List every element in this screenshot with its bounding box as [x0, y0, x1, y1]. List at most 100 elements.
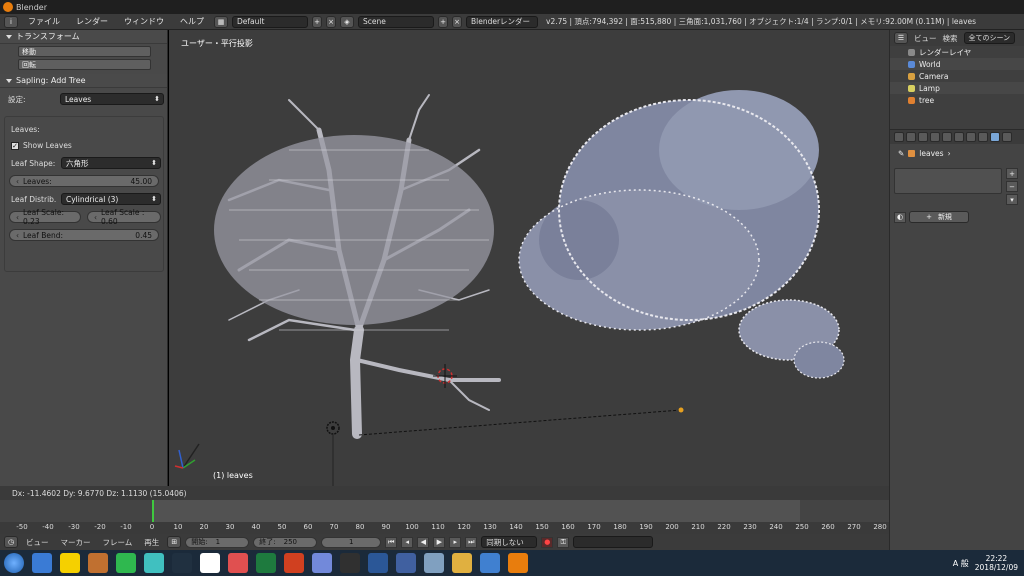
- outliner-item[interactable]: レンダーレイヤ: [890, 46, 1024, 58]
- steam-icon[interactable]: [172, 553, 192, 573]
- timeline-menu-view[interactable]: ビュー: [22, 537, 53, 548]
- chrome-icon[interactable]: [32, 553, 52, 573]
- outliner-view-menu[interactable]: ビュー: [914, 33, 937, 44]
- outliner-item[interactable]: World: [890, 58, 1024, 70]
- app-icon[interactable]: [88, 553, 108, 573]
- powerpoint-icon[interactable]: [284, 553, 304, 573]
- paint-icon[interactable]: [228, 553, 248, 573]
- leaves-count-field[interactable]: ‹ Leaves: 45.00: [9, 175, 159, 187]
- remove-slot-icon[interactable]: −: [1006, 181, 1018, 192]
- material-browse-icon[interactable]: ◐: [894, 211, 906, 223]
- transform-panel-header[interactable]: トランスフォーム: [0, 30, 167, 44]
- material-slot-list[interactable]: [894, 168, 1002, 194]
- nox-icon[interactable]: [340, 553, 360, 573]
- blender-icon[interactable]: [508, 553, 528, 573]
- texture-tab-icon[interactable]: [1002, 132, 1012, 142]
- play-icon[interactable]: ▶: [433, 536, 446, 548]
- krita-icon[interactable]: [480, 553, 500, 573]
- editor-type-icon[interactable]: i: [4, 15, 18, 28]
- data-tab-icon[interactable]: [978, 132, 988, 142]
- next-key-icon[interactable]: ▸: [449, 536, 462, 548]
- settings-select[interactable]: Leaves ⬍: [60, 93, 164, 105]
- leaf-shape-select[interactable]: 六角形 ⬍: [61, 157, 161, 169]
- prev-key-icon[interactable]: ◂: [401, 536, 414, 548]
- move-button[interactable]: 移動: [18, 46, 151, 57]
- slot-menu-icon[interactable]: ▾: [1006, 194, 1018, 205]
- leaf-scale-x-field[interactable]: ‹ Leaf Scale : 0.60: [87, 208, 161, 226]
- clock[interactable]: 22:22 2018/12/09: [975, 554, 1018, 572]
- object-icon: [908, 149, 916, 157]
- lens-icon[interactable]: [396, 553, 416, 573]
- material-tab-icon[interactable]: [990, 132, 1000, 142]
- jump-start-icon[interactable]: ⏮: [385, 536, 398, 548]
- timeline-tick-label: 200: [665, 523, 679, 531]
- timeline-tick-label: 60: [303, 523, 313, 531]
- scene-remove-icon[interactable]: ×: [452, 15, 462, 28]
- menu-file[interactable]: ファイル: [22, 16, 66, 27]
- timeline-menu-playback[interactable]: 再生: [140, 537, 163, 548]
- sync-select[interactable]: 同期しない: [481, 536, 538, 548]
- layout-remove-icon[interactable]: ×: [326, 15, 336, 28]
- discord-icon[interactable]: [312, 553, 332, 573]
- world-tab-icon[interactable]: [930, 132, 940, 142]
- menu-render[interactable]: レンダー: [70, 16, 114, 27]
- current-frame-field[interactable]: 1: [321, 536, 382, 548]
- end-frame-field[interactable]: 終了: 250: [253, 536, 318, 548]
- menu-help[interactable]: ヘルプ: [174, 16, 210, 27]
- leaf-distrib-select[interactable]: Cylindrical (3) ⬍: [61, 193, 161, 205]
- start-button-icon[interactable]: [4, 553, 24, 573]
- keying-icon[interactable]: ⚿: [557, 536, 570, 548]
- leaf-scale-field[interactable]: ‹ Leaf Scale: 0.23: [9, 208, 81, 226]
- play-reverse-icon[interactable]: ◀: [417, 536, 430, 548]
- ime-indicator[interactable]: A 般: [953, 558, 969, 569]
- layout-add-icon[interactable]: +: [312, 15, 322, 28]
- app2-icon[interactable]: [200, 553, 220, 573]
- record-icon[interactable]: ●: [541, 536, 554, 548]
- pin-icon[interactable]: ✎: [898, 149, 904, 158]
- miku-icon[interactable]: [144, 553, 164, 573]
- leaf-bend-field[interactable]: ‹ Leaf Bend: 0.45: [9, 229, 159, 241]
- sapling-panel-header[interactable]: Sapling: Add Tree: [0, 74, 167, 88]
- scene-tab-icon[interactable]: [918, 132, 928, 142]
- modifiers-tab-icon[interactable]: [966, 132, 976, 142]
- timeline-menu-marker[interactable]: マーカー: [57, 537, 95, 548]
- folder-icon[interactable]: [452, 553, 472, 573]
- layout-grid-icon[interactable]: ▦: [214, 15, 228, 28]
- preview-range-icon[interactable]: ⊞: [167, 536, 182, 548]
- scene-add-icon[interactable]: +: [438, 15, 448, 28]
- word-icon[interactable]: [368, 553, 388, 573]
- render-tab-icon[interactable]: [894, 132, 904, 142]
- render-engine-select[interactable]: Blenderレンダー: [466, 15, 538, 28]
- scene-icon[interactable]: ◈: [340, 15, 354, 28]
- timeline-menu-frame[interactable]: フレーム: [99, 537, 137, 548]
- talk-icon[interactable]: [60, 553, 80, 573]
- constraints-tab-icon[interactable]: [954, 132, 964, 142]
- clock-icon[interactable]: ◷: [4, 536, 18, 548]
- show-leaves-checkbox[interactable]: ✓ Show Leaves: [11, 141, 72, 150]
- window-icon[interactable]: [424, 553, 444, 573]
- outliner-scene-select[interactable]: 全てのシーン: [963, 32, 1016, 44]
- menu-window[interactable]: ウィンドウ: [118, 16, 170, 27]
- outliner-item[interactable]: tree: [890, 94, 1024, 106]
- excel-icon[interactable]: [256, 553, 276, 573]
- timeline-tick-label: -30: [68, 523, 80, 531]
- timeline-tick-label: 80: [355, 523, 365, 531]
- start-frame-field[interactable]: 開始: 1: [185, 536, 250, 548]
- rotate-button[interactable]: 回転: [18, 59, 151, 70]
- keying-set-field[interactable]: [573, 536, 654, 548]
- object-tab-icon[interactable]: [942, 132, 952, 142]
- line-icon[interactable]: [116, 553, 136, 573]
- outliner-search-menu[interactable]: 検索: [943, 33, 958, 44]
- timeline[interactable]: -50 -40 -30 -20 -10 0 10 20 30 40 50 60 70 80 90 100 110…: [0, 500, 889, 534]
- add-slot-icon[interactable]: +: [1006, 168, 1018, 179]
- current-frame-marker[interactable]: [152, 500, 154, 522]
- 3d-viewport[interactable]: ユーザー・平行投影 (1) leaves: [169, 30, 889, 486]
- outliner-item[interactable]: Camera: [890, 70, 1024, 82]
- layers-tab-icon[interactable]: [906, 132, 916, 142]
- scene-field[interactable]: Scene: [358, 15, 434, 28]
- jump-end-icon[interactable]: ⏭: [465, 536, 478, 548]
- layout-field[interactable]: Default: [232, 15, 308, 28]
- new-material-button[interactable]: + 新規: [909, 211, 969, 223]
- outliner-item[interactable]: Lamp: [890, 82, 1024, 94]
- outliner-icon[interactable]: ☰: [894, 32, 908, 44]
